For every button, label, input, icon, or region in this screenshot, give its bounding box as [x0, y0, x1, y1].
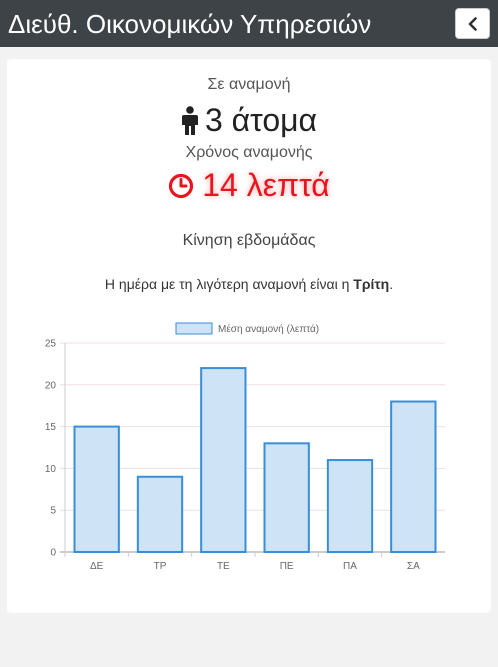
bar-ΠΑ [326, 459, 374, 553]
wait-time-label: Χρόνος αναμονής [185, 144, 313, 161]
y-tick-label: 20 [45, 380, 57, 391]
y-tick-label: 5 [50, 506, 56, 517]
page-title: Διεύθ. Οικονομικών Υπηρεσιών [8, 9, 372, 39]
best-day-suffix: . [389, 276, 394, 292]
wait-time-value: 14 λεπτά [202, 167, 330, 203]
x-tick-label: ΤΡ [154, 561, 167, 572]
top-bar: Διεύθ. Οικονομικών Υπηρεσιών [0, 0, 498, 47]
best-day-name: Τρίτη [353, 276, 390, 292]
people-count: 3 άτομα [204, 102, 318, 138]
back-button[interactable] [455, 8, 490, 39]
legend-swatch [175, 322, 213, 335]
x-tick-label: ΔΕ [90, 561, 104, 572]
y-tick-label: 0 [50, 548, 56, 559]
best-day-text: Η ημέρα με τη λιγότερη αναμονή είναι η Τ… [7, 276, 491, 292]
best-day-prefix: Η ημέρα με τη λιγότερη αναμονή είναι η [104, 276, 354, 292]
waiting-label: Σε αναμονή [207, 76, 291, 93]
person-icon [181, 105, 198, 135]
queue-card: Σε αναμονή 3 άτομα Χρόνος αναμονής 14 λε… [7, 59, 491, 613]
y-tick-label: 10 [45, 464, 57, 475]
x-tick-label: ΠΑ [343, 561, 357, 572]
bar-ΤΕ [200, 367, 247, 553]
chevron-left-icon [468, 16, 477, 31]
week-title: Κίνηση εβδομάδας [182, 232, 316, 249]
y-tick-label: 15 [45, 422, 57, 433]
x-tick-label: ΤΕ [217, 561, 230, 572]
people-count-row: 3 άτομα [7, 102, 491, 139]
bar-ΔΕ [73, 425, 120, 553]
x-tick-label: ΠΕ [280, 561, 294, 572]
bar-ΠΕ [263, 442, 310, 554]
clock-icon [169, 173, 194, 198]
weekly-wait-chart: Μέση αναμονή (λεπτά) 0 5 10 15 20 25 ΔΕ ΤΡ ΤΕ ΠΕ ΠΑ… [45, 322, 445, 572]
y-tick-label: 25 [45, 339, 57, 350]
bar-ΤΡ [136, 475, 184, 553]
bar-ΣΑ [390, 400, 437, 553]
wait-time-row: 14 λεπτά [7, 167, 491, 204]
legend-label: Μέση αναμονή (λεπτά) [218, 323, 319, 335]
x-tick-label: ΣΑ [407, 561, 420, 572]
